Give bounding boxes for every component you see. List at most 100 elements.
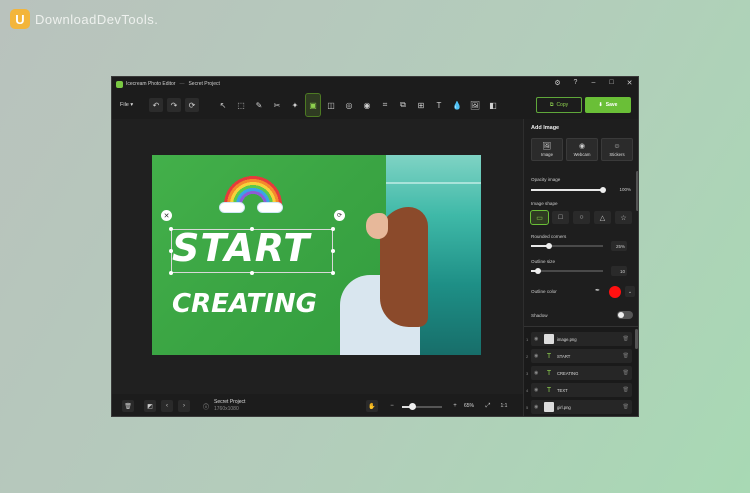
resize-handle[interactable] [331,249,335,253]
close-button[interactable]: ✕ [625,79,634,87]
settings-icon[interactable]: ⚙ [553,79,562,87]
layer-row[interactable]: 5 ◉ girl.png 🗑 [526,400,632,414]
layer-row[interactable]: 2 ◉ T START 🗑 [526,349,632,363]
visibility-icon[interactable]: ◉ [534,387,544,393]
frame-icon[interactable]: ◫ [324,98,338,112]
shadow-label: Shadow [531,313,548,318]
visibility-icon[interactable]: ◉ [534,336,544,342]
layer-row[interactable]: 3 ◉ T CREATING 🗑 [526,366,632,380]
select-icon[interactable]: ↖ [216,98,230,112]
rect-select-icon[interactable]: ⬚ [234,98,248,112]
rainbow-sticker[interactable] [224,175,282,205]
creating-text-layer[interactable]: CREATING [172,289,317,319]
delete-layer-icon[interactable]: ✕ [161,210,172,221]
rounded-slider-knob[interactable] [546,243,552,249]
compare-icon[interactable]: ◩ [144,400,156,412]
rotate-layer-icon[interactable]: ⟳ [334,210,345,221]
eyedropper-icon[interactable]: ✒ [595,287,605,297]
square-shape-icon[interactable]: □ [552,211,569,224]
redo-icon[interactable]: ↷ [167,98,181,112]
layers-list: 1 ◉ image.png 🗑 2 ◉ T START 🗑 3 ◉ T CREATING 🗑 4 ◉ T TEXT… [524,326,638,416]
copy-icon: ⧉ [549,102,554,108]
rectangle-shape-icon[interactable]: ▭ [530,210,549,225]
fit-screen-icon[interactable]: ⤢ [482,400,494,412]
outline-size-value[interactable]: 10 [611,266,627,276]
cutout-icon[interactable]: ✂ [270,98,284,112]
prev-icon[interactable]: ‹ [161,400,173,412]
layer-row[interactable]: 1 ◉ image.png 🗑 [526,332,632,346]
selection-box[interactable] [171,229,333,273]
visibility-icon[interactable]: ◉ [534,353,544,359]
resize-handle[interactable] [250,227,254,231]
maximize-button[interactable]: □ [607,79,616,87]
copy-label: Copy [556,102,569,108]
layers-scrollbar[interactable] [635,329,638,349]
visibility-icon[interactable]: ◉ [534,370,544,376]
trash-icon[interactable]: 🗑 [623,336,629,342]
panel-title: Add Image [531,125,560,131]
blur-icon[interactable]: 💧 [450,98,464,112]
project-name: Secret Project [214,399,246,405]
resize-handle[interactable] [250,271,254,275]
actual-size-button[interactable]: 1:1 [498,400,510,412]
outline-size-slider[interactable] [531,270,603,272]
next-icon[interactable]: › [178,400,190,412]
trash-icon[interactable]: 🗑 [122,400,134,412]
layer-row[interactable]: 4 ◉ T TEXT 🗑 [526,383,632,397]
resize-handle[interactable] [169,249,173,253]
zoom-in-icon[interactable]: + [449,400,461,412]
opacity-slider-knob[interactable] [600,187,606,193]
add-webcam-button[interactable]: ◉ Webcam [566,138,598,161]
opacity-value: 100% [619,187,631,192]
file-menu[interactable]: File ▾ [120,102,142,108]
magic-icon[interactable]: ✦ [288,98,302,112]
rounded-value[interactable]: 25% [611,241,627,251]
color-icon[interactable]: ◉ [360,98,374,112]
layer-icon[interactable]: ⧉ [396,98,410,112]
reset-icon[interactable]: ⟳ [185,98,199,112]
resize-handle[interactable] [169,271,173,275]
chevron-down-icon[interactable]: ⌄ [625,286,635,297]
copy-button[interactable]: ⧉ Copy [536,97,582,113]
crop-icon[interactable]: ⌗ [378,98,392,112]
hand-icon[interactable]: ✋ [366,400,378,412]
star-shape-icon[interactable]: ☆ [615,211,632,224]
toolbar: File ▾ ↶ ↷ ⟳ ↖ ⬚ ✎ ✂ ✦ ▣ ◫ ◎ ◉ ⌗ ⧉ ⊞ T 💧 🖼 ◧ ⧉ Copy ⬇ S… [112,93,638,117]
background-icon[interactable]: 🖼 [468,98,482,112]
trash-icon[interactable]: 🗑 [623,353,629,359]
minimize-button[interactable]: – [589,79,598,87]
info-icon[interactable]: ⓘ [200,400,212,412]
canvas-area: START CREATING ✕ ⟳ [112,119,523,394]
resize-handle[interactable] [331,227,335,231]
resize-handle[interactable] [169,227,173,231]
watermark-logo: U [10,9,30,29]
mosaic-icon[interactable]: ⊞ [414,98,428,112]
text-icon[interactable]: T [432,98,446,112]
app-logo-icon [116,80,123,88]
trash-icon[interactable]: 🗑 [623,387,629,393]
edited-image[interactable]: START CREATING ✕ ⟳ [152,155,481,355]
triangle-shape-icon[interactable]: △ [594,211,611,224]
trash-icon[interactable]: 🗑 [623,370,629,376]
filter-icon[interactable]: ◎ [342,98,356,112]
panel-scrollbar[interactable] [636,171,638,211]
circle-shape-icon[interactable]: ○ [573,211,590,224]
zoom-out-icon[interactable]: − [386,400,398,412]
outline-color-swatch[interactable] [609,286,621,298]
save-button[interactable]: ⬇ Save [585,97,631,113]
layer-number: 1 [526,336,529,342]
add-image-icon[interactable]: ▣ [305,93,321,117]
zoom-slider-knob[interactable] [409,403,416,410]
person-face [366,213,388,239]
undo-icon[interactable]: ↶ [149,98,163,112]
split-icon[interactable]: ◧ [486,98,500,112]
trash-icon[interactable]: 🗑 [623,404,629,410]
outline-size-slider-knob[interactable] [535,268,542,274]
add-image-button[interactable]: 🖼 Image [531,138,563,161]
visibility-icon[interactable]: ◉ [534,404,544,410]
title-bar: Icecream Photo Editor — Secret Project ⚙… [112,77,638,91]
help-icon[interactable]: ? [571,79,580,87]
resize-handle[interactable] [331,271,335,275]
brush-icon[interactable]: ✎ [252,98,266,112]
add-stickers-button[interactable]: ☺ Stickers [601,138,633,161]
